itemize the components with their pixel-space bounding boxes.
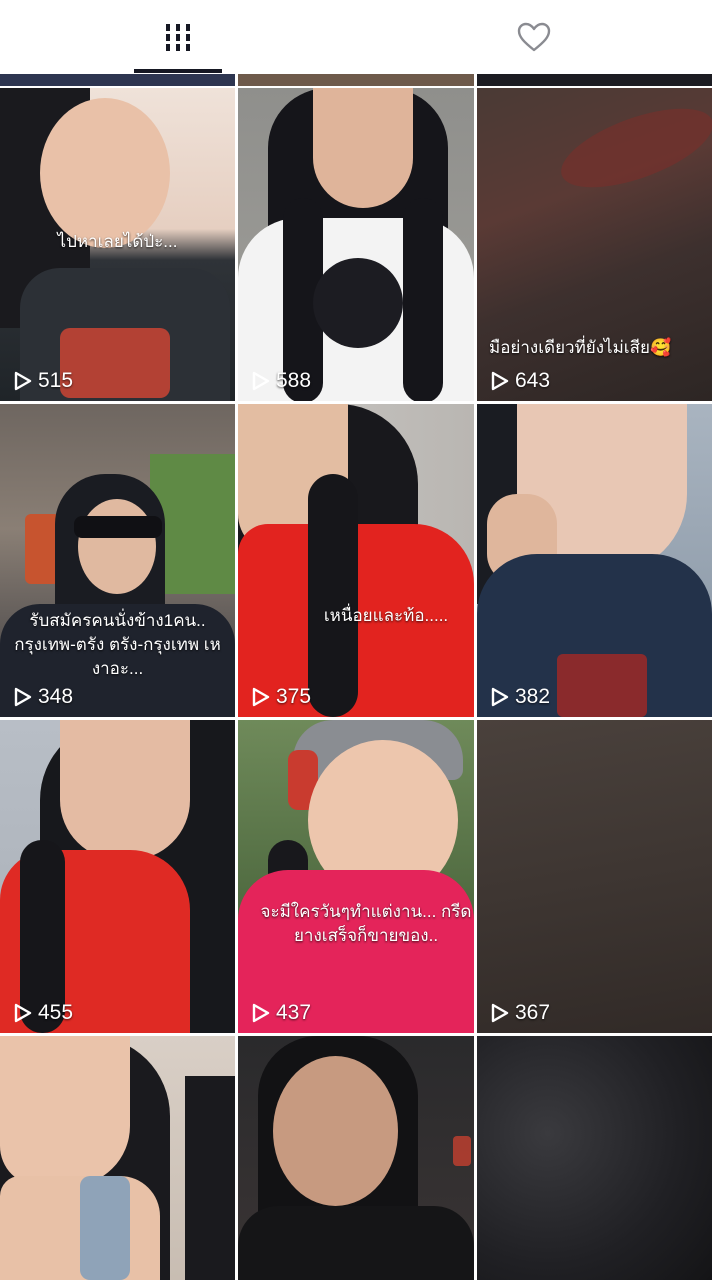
video-caption: รับสมัครคนนั่งข้าง1คน.. กรุงเทพ-ตรัง ตรั… [14,611,221,678]
previous-row-strip [477,74,712,86]
profile-tabs-bar [0,0,712,74]
view-count: 367 [491,1001,550,1025]
view-count-value: 382 [515,685,551,708]
video-thumbnail[interactable]: 455 [0,720,235,1033]
video-thumbnail[interactable] [0,1036,235,1280]
view-count: 437 [252,1001,311,1025]
grid-icon [166,24,190,51]
play-icon [491,1003,509,1023]
view-count: 588 [252,369,311,393]
video-thumbnail[interactable] [238,1036,474,1280]
video-caption: เหนื่อยและท้อ..... [323,606,449,625]
video-thumbnail[interactable] [477,1036,712,1280]
video-grid: ไปหาเลยได้ป่ะ... 515 588 มือย่างเดียวที่… [0,86,712,1280]
play-icon [252,371,270,391]
play-icon [252,1003,270,1023]
view-count-value: 455 [38,1001,74,1024]
play-icon [14,1003,32,1023]
view-count-value: 348 [38,685,74,708]
previous-row-strip [0,74,235,86]
tab-liked[interactable] [356,0,712,74]
view-count: 382 [491,685,550,709]
view-count: 375 [252,685,311,709]
view-count-value: 643 [515,369,551,392]
play-icon [491,371,509,391]
active-tab-indicator [134,69,222,73]
video-thumbnail[interactable]: มือย่างเดียวที่ยังไม่เสีย🥰 643 [477,88,712,401]
view-count-value: 515 [38,369,74,392]
view-count: 455 [14,1001,73,1025]
play-icon [491,687,509,707]
view-count-value: 375 [276,685,312,708]
tab-videos[interactable] [0,0,356,74]
play-icon [14,687,32,707]
video-caption: มือย่างเดียวที่ยังไม่เสีย🥰 [489,338,672,357]
previous-row-strip [238,74,474,86]
video-thumbnail[interactable]: จะมีใครวันๆทำแต่งาน... กรีดยางเสร็จก็ขาย… [238,720,474,1033]
video-thumbnail[interactable]: เหนื่อยและท้อ..... 375 [238,404,474,717]
video-thumbnail[interactable]: รับสมัครคนนั่งข้าง1คน.. กรุงเทพ-ตรัง ตรั… [0,404,235,717]
view-count-value: 437 [276,1001,312,1024]
video-thumbnail[interactable]: ไปหาเลยได้ป่ะ... 515 [0,88,235,401]
video-thumbnail[interactable]: 367 [477,720,712,1033]
video-caption: จะมีใครวันๆทำแต่งาน... กรีดยางเสร็จก็ขาย… [260,902,472,945]
view-count-value: 367 [515,1001,551,1024]
play-icon [14,371,32,391]
play-icon [252,687,270,707]
view-count-value: 588 [276,369,312,392]
video-thumbnail[interactable]: 382 [477,404,712,717]
heart-outline-icon [517,22,551,52]
view-count: 643 [491,369,550,393]
video-caption: ไปหาเลยได้ป่ะ... [57,232,178,251]
video-thumbnail[interactable]: 588 [238,88,474,401]
view-count: 515 [14,369,73,393]
view-count: 348 [14,685,73,709]
